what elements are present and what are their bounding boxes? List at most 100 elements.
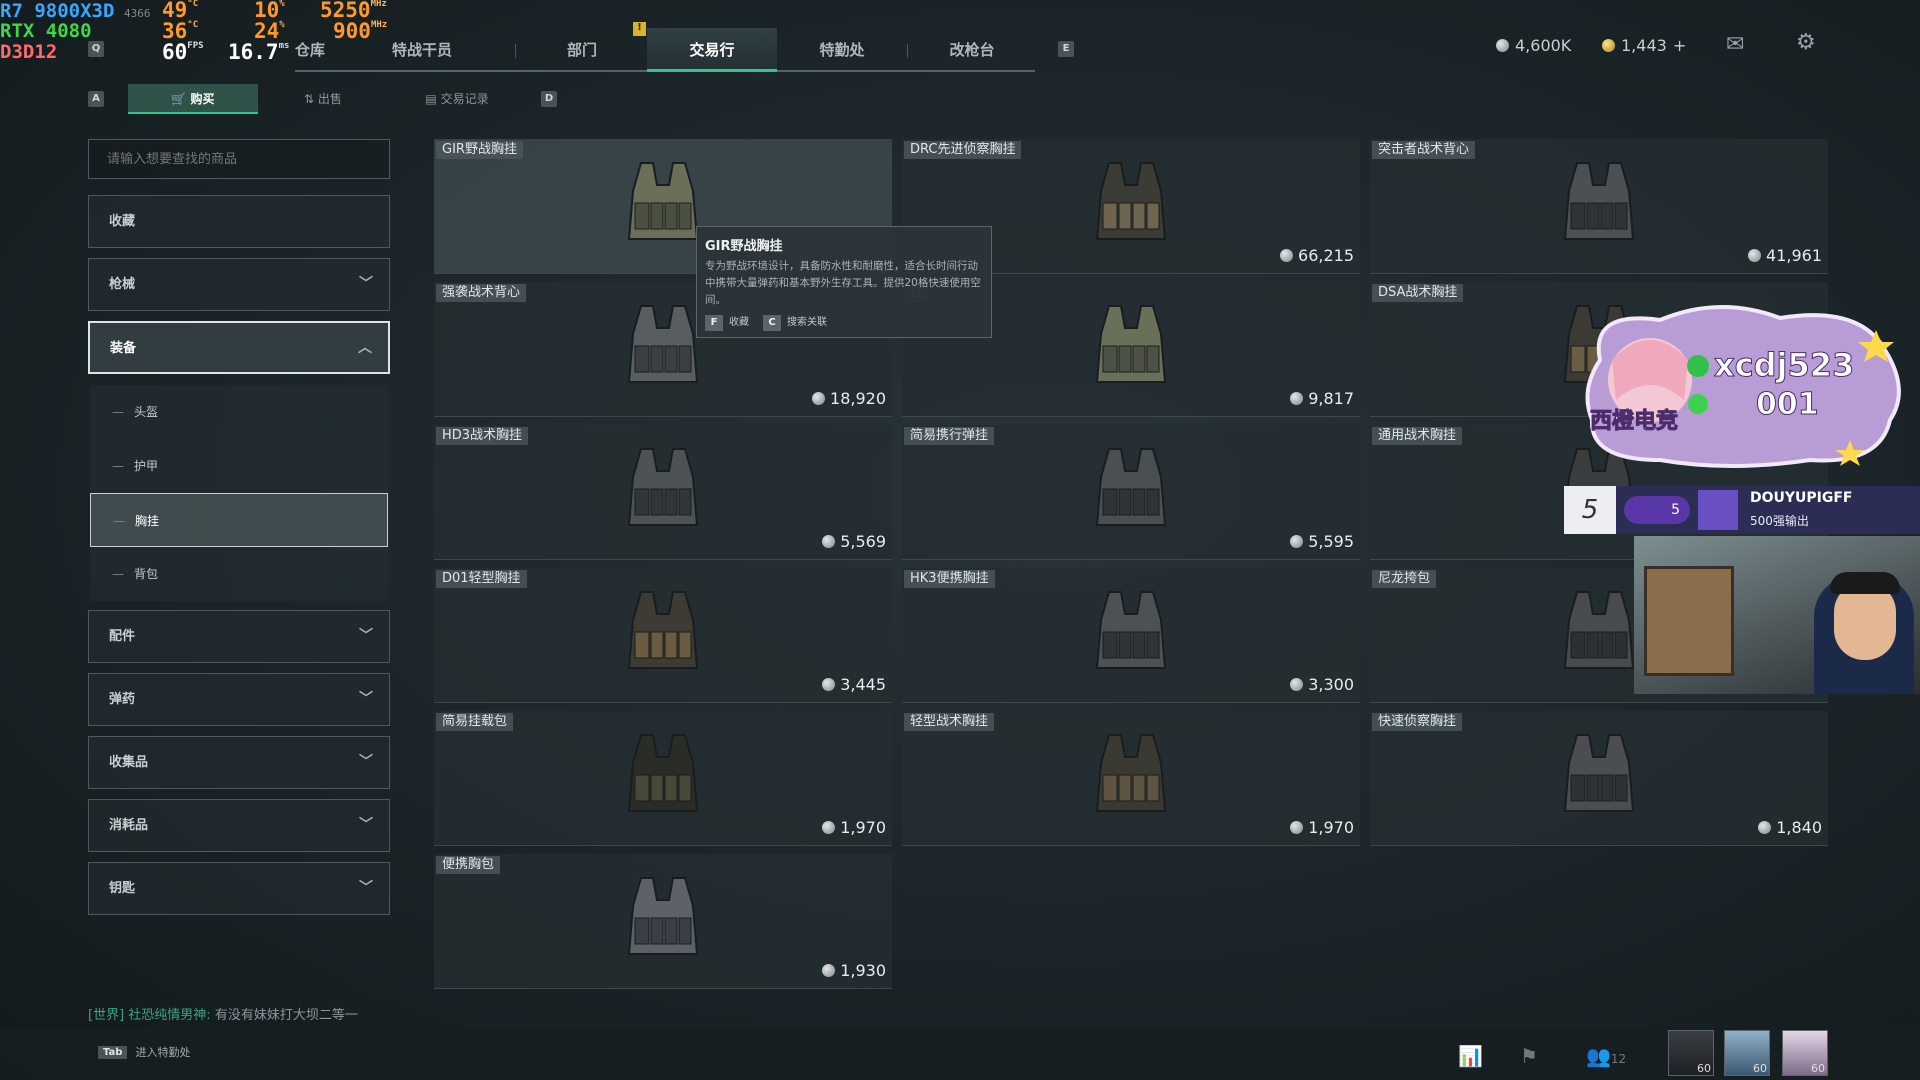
add-gold-button[interactable]: + [1673, 36, 1686, 55]
category-ammo[interactable]: 弹药 ﹀ [88, 673, 390, 726]
category-attachments[interactable]: 配件 ﹀ [88, 610, 390, 663]
tab-key: Tab [98, 1045, 128, 1059]
price-value: 18,920 [830, 389, 886, 408]
silver-coin-icon [822, 535, 836, 548]
item-card[interactable]: D01轻型胸挂 3,445 [434, 568, 892, 703]
gold-coin-icon [1602, 39, 1615, 52]
tab-buy[interactable]: 🛒 购买 [128, 84, 258, 114]
nav-right-key: E [1058, 41, 1074, 57]
api-label: D3D12 [0, 41, 58, 63]
subitem-backpack[interactable]: — 背包 [90, 547, 388, 601]
item-card[interactable]: 轻型战术胸挂 1,970 [902, 711, 1360, 846]
tab-special-ops[interactable]: 特勤处 [777, 28, 907, 72]
item-price: 1,970 [822, 818, 886, 837]
chest-rig-icon [1095, 162, 1167, 240]
favorite-action[interactable]: F 收藏 [705, 313, 749, 331]
stats-icon[interactable]: 📊 [1458, 1044, 1483, 1068]
tab-sell[interactable]: ⇅ 出售 [258, 84, 388, 114]
tab-department[interactable]: 部门 [517, 28, 647, 72]
category-favorites[interactable]: 收藏 [88, 195, 390, 248]
chevron-down-icon: ﹀ [359, 628, 373, 644]
teammate-avatar[interactable]: 60 [1668, 1030, 1714, 1076]
item-price: 1,930 [822, 961, 886, 980]
item-card[interactable]: 简易携行弹挂 5,595 [902, 425, 1360, 560]
item-price: 1,840 [1758, 818, 1822, 837]
item-name: D01轻型胸挂 [436, 570, 527, 588]
search-related-action[interactable]: C 搜索关联 [763, 313, 827, 331]
item-name: 突击者战术背心 [1372, 141, 1476, 159]
category-sidebar: 收藏 枪械﹀ 装备︿ —头盔 —护甲 —胸挂 —背包 配件﹀ 弹药﹀ 收集品﹀ … [88, 139, 390, 915]
streamer-number: 001 [1756, 387, 1819, 422]
item-name: 尼龙挎包 [1372, 570, 1437, 588]
price-value: 66,215 [1298, 246, 1354, 265]
item-name: HK3便携胸挂 [904, 570, 995, 588]
tab-buy-label: 购买 [190, 92, 215, 106]
gpu-label: RTX 4080 [0, 20, 92, 42]
silver-currency: 4,600K [1496, 36, 1571, 55]
item-name: GIR野战胸挂 [436, 141, 523, 159]
chevron-down-icon: ﹀ [359, 276, 373, 292]
flag-icon[interactable]: ⚑ [1520, 1044, 1538, 1068]
chevron-down-icon: ﹀ [359, 880, 373, 896]
chat-channel: [世界] [88, 1008, 125, 1023]
silver-coin-icon [1758, 821, 1772, 834]
item-card[interactable]: 简易挂载包 1,970 [434, 711, 892, 846]
category-weapons[interactable]: 枪械 ﹀ [88, 258, 390, 311]
subitem-chest-rig[interactable]: — 胸挂 [90, 493, 388, 547]
item-card[interactable]: HK3便携胸挂 3,300 [902, 568, 1360, 703]
item-card[interactable]: 便携胸包 1,930 [434, 854, 892, 989]
item-name: 轻型战术胸挂 [904, 713, 995, 731]
item-tooltip: GIR野战胸挂 专为野战环境设计，具备防水性和耐磨性，适合长时间行动中携带大量弹… [696, 226, 992, 338]
mail-icon[interactable]: ✉ [1726, 32, 1744, 57]
item-name: 强袭战术背心 [436, 284, 527, 302]
gear-icon[interactable]: ⚙ [1796, 30, 1816, 55]
teammate-avatar[interactable]: 60 [1782, 1030, 1828, 1076]
silver-coin-icon [1290, 821, 1304, 834]
item-price: 18,920 [812, 389, 886, 408]
tooltip-title: GIR野战胸挂 [705, 239, 783, 254]
chat-sender: 社恐纯情男神: [128, 1008, 211, 1023]
squad-icon[interactable]: 👥12 [1586, 1044, 1626, 1068]
price-value: 5,569 [840, 532, 886, 551]
rank-number: 5 [1564, 486, 1616, 534]
chest-rig-icon [1563, 734, 1635, 812]
tab-gunsmith[interactable]: 改枪台 [907, 28, 1037, 72]
category-keys[interactable]: 钥匙 ﹀ [88, 862, 390, 915]
tab-sell-label: 出售 [317, 92, 342, 106]
silver-coin-icon [1290, 678, 1304, 691]
item-card[interactable]: 快速侦察胸挂 1,840 [1370, 711, 1828, 846]
price-value: 1,970 [840, 818, 886, 837]
enter-special-ops-hint[interactable]: Tab 进入特勤处 [98, 1044, 190, 1060]
viewer-rank-banner: 5 5 DOUYUPIGFF 500强输出 [1564, 486, 1920, 534]
item-card[interactable]: 突击者战术背心 41,961 [1370, 139, 1828, 274]
item-price: 1,970 [1290, 818, 1354, 837]
category-consumables[interactable]: 消耗品 ﹀ [88, 799, 390, 852]
subitem-helmet[interactable]: — 头盔 [90, 385, 388, 439]
tab-warehouse[interactable]: 仓库 [275, 28, 345, 72]
item-price: 3,445 [822, 675, 886, 694]
banner-name: DOUYUPIGFF [1750, 490, 1853, 506]
tab-trade[interactable]: 交易行 [647, 28, 777, 72]
fan-badge: 5 [1624, 496, 1690, 524]
item-price: 66,215 [1280, 246, 1354, 265]
chevron-up-icon: ︿ [358, 340, 372, 356]
tab-trade-history[interactable]: ▤ 交易记录 [392, 84, 522, 114]
silver-coin-icon [822, 821, 836, 834]
tab-operators[interactable]: 特战干员 [357, 28, 487, 72]
world-chat-message: [世界] 社恐纯情男神: 有没有妹妹打大坝二等一 [88, 1004, 358, 1023]
teammate-avatar[interactable]: 60 [1724, 1030, 1770, 1076]
category-collectibles[interactable]: 收集品 ﹀ [88, 736, 390, 789]
category-equipment[interactable]: 装备 ︿ [88, 321, 390, 374]
search-input[interactable] [88, 139, 390, 179]
item-price: 9,817 [1290, 389, 1354, 408]
item-card[interactable]: HD3战术胸挂 5,569 [434, 425, 892, 560]
silver-coin-icon [1280, 249, 1294, 262]
item-price: 41,961 [1748, 246, 1822, 265]
viewer-avatar [1698, 490, 1738, 530]
gold-currency[interactable]: 1,443 + [1602, 36, 1686, 55]
subitem-armor[interactable]: — 护甲 [90, 439, 388, 493]
silver-coin-icon [1290, 392, 1304, 405]
item-name: 通用战术胸挂 [1372, 427, 1463, 445]
silver-coin-icon [1748, 249, 1762, 262]
item-name: DRC先进侦察胸挂 [904, 141, 1022, 159]
